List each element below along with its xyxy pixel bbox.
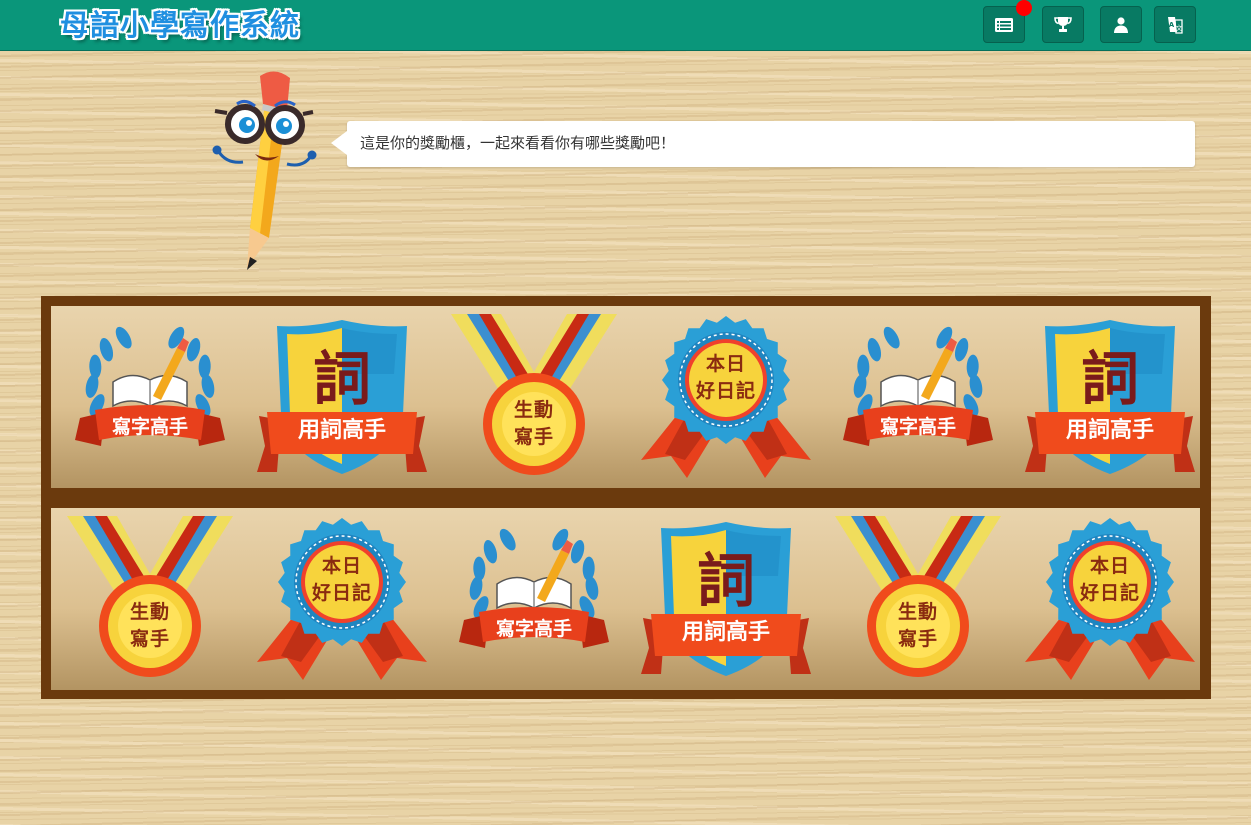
rosette-badge-icon xyxy=(1025,518,1195,680)
translate-book-icon: A 文 xyxy=(1168,16,1183,34)
laurel-badge-icon xyxy=(75,326,225,446)
medal-badge-icon xyxy=(835,516,1001,677)
badge-shield[interactable]: 詞用詞高手 xyxy=(641,516,811,684)
badge-laurel[interactable]: 寫字高手 xyxy=(65,314,235,482)
list-icon xyxy=(995,17,1013,32)
badge-shield[interactable]: 詞用詞高手 xyxy=(1025,314,1195,482)
pencil-mascot xyxy=(212,71,317,270)
language-button[interactable]: A 文 xyxy=(1154,6,1196,43)
user-icon xyxy=(1114,16,1128,33)
shelf-row-2: 生動 寫手 本日 好日記 寫字高手 詞用詞高手 生動 寫手 本日 好日記 xyxy=(51,508,1200,690)
top-navbar: 母語小學寫作系統 A 文 xyxy=(0,0,1251,51)
svg-text:文: 文 xyxy=(1176,23,1183,32)
laurel-badge-icon xyxy=(459,528,609,648)
badge-rosette[interactable]: 本日 好日記 xyxy=(257,516,427,684)
messages-button[interactable] xyxy=(983,0,1032,43)
rosette-badge-icon xyxy=(257,518,427,680)
rosette-badge-icon xyxy=(641,316,811,478)
badge-laurel[interactable]: 寫字高手 xyxy=(449,516,619,684)
laurel-badge-icon xyxy=(843,326,993,446)
badge-rosette[interactable]: 本日 好日記 xyxy=(1025,516,1195,684)
app-logo[interactable]: 母語小學寫作系統 xyxy=(60,6,300,44)
badge-medal[interactable]: 生動 寫手 xyxy=(65,516,235,684)
svg-text:A: A xyxy=(1169,21,1175,29)
mascot-speech-bubble: 這是你的獎勵櫃，一起來看看你有哪些獎勵吧！ xyxy=(331,121,1195,167)
badge-shield[interactable]: 詞用詞高手 xyxy=(257,314,427,482)
shield-badge-icon xyxy=(1025,320,1195,474)
medal-badge-icon xyxy=(67,516,233,677)
shield-badge-icon xyxy=(641,522,811,676)
award-cabinet: 寫字高手 詞用詞高手 生動 寫手 本日 好日記 寫字高手 詞用詞高手 生動 寫手 本日… xyxy=(41,296,1211,699)
medal-badge-icon xyxy=(451,314,617,475)
shelf-row-1: 寫字高手 詞用詞高手 生動 寫手 本日 好日記 寫字高手 詞用詞高手 xyxy=(51,306,1200,488)
notification-dot xyxy=(1016,0,1032,16)
badge-laurel[interactable]: 寫字高手 xyxy=(833,314,1003,482)
trophy-icon xyxy=(1054,17,1072,32)
badge-medal[interactable]: 生動 寫手 xyxy=(833,516,1003,684)
shield-badge-icon xyxy=(257,320,427,474)
badge-medal[interactable]: 生動 寫手 xyxy=(449,314,619,482)
awards-button[interactable] xyxy=(1042,6,1084,43)
badge-rosette[interactable]: 本日 好日記 xyxy=(641,314,811,482)
profile-button[interactable] xyxy=(1100,6,1142,43)
